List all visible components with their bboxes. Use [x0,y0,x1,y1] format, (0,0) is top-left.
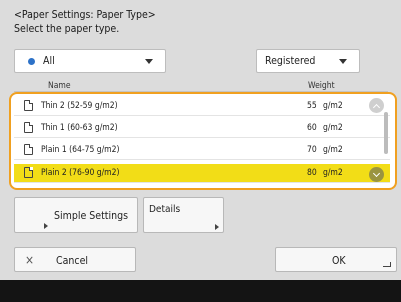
chevron-down-icon [372,169,381,177]
chevron-down-icon [339,59,347,64]
paper-icon [24,144,33,155]
paper-weight-unit: g/m2 [323,145,343,155]
triangle-right-icon [44,223,48,229]
chevron-up-icon [372,103,381,111]
paper-weight: 60 [307,123,317,133]
paper-type-list: Thin 2 (52-59 g/m2) 55 g/m2 Thin 1 (60-6… [9,92,397,190]
status-bar [0,280,401,302]
enter-corner-icon [383,262,391,267]
ok-button[interactable]: OK [275,247,397,272]
chevron-down-icon [145,59,153,64]
paper-name: Plain 2 (76-90 g/m2) [41,168,120,178]
list-item-selected[interactable]: Plain 2 (76-90 g/m2) 80 g/m2 [14,164,390,183]
paper-weight: 80 [307,168,317,178]
category-filter-dropdown[interactable]: All [14,49,166,73]
paper-icon [24,122,33,133]
paper-weight-unit: g/m2 [323,101,343,111]
page-title: <Paper Settings: Paper Type> [14,9,156,21]
blue-dot-icon [28,57,35,65]
scroll-up-button[interactable] [369,98,384,113]
paper-weight-unit: g/m2 [323,168,343,178]
details-button[interactable]: Details [143,197,224,233]
ok-label: OK [332,255,346,267]
source-filter-dropdown[interactable]: Registered [256,49,360,73]
simple-settings-label: Simple Settings [54,210,129,222]
list-item[interactable]: Thin 2 (52-59 g/m2) 55 g/m2 [14,97,390,116]
close-icon: × [25,253,35,267]
triangle-right-icon [215,224,219,230]
list-item[interactable]: Plain 1 (64-75 g/m2) 70 g/m2 [14,141,390,160]
instruction-text: Select the paper type. [14,23,120,35]
source-filter-value: Registered [265,55,316,67]
cancel-label: Cancel [56,255,89,267]
list-item[interactable]: Thin 1 (60-63 g/m2) 60 g/m2 [14,119,390,138]
column-header-name: Name [48,81,71,91]
paper-name: Thin 1 (60-63 g/m2) [41,123,118,133]
paper-weight: 55 [307,101,317,111]
cancel-button[interactable]: × Cancel [14,247,136,272]
paper-weight-unit: g/m2 [323,123,343,133]
simple-settings-button[interactable]: Simple Settings [14,197,138,233]
paper-icon [24,167,33,178]
scroll-down-button[interactable] [369,167,384,182]
paper-weight: 70 [307,145,317,155]
paper-name: Thin 2 (52-59 g/m2) [41,101,118,111]
details-label: Details [149,204,181,215]
paper-icon [24,100,33,111]
category-filter-value: All [43,55,55,67]
paper-name: Plain 1 (64-75 g/m2) [41,145,120,155]
list-scrollbar[interactable] [384,112,388,154]
paper-type-screen: <Paper Settings: Paper Type> Select the … [0,0,401,302]
column-header-weight: Weight [308,81,335,91]
